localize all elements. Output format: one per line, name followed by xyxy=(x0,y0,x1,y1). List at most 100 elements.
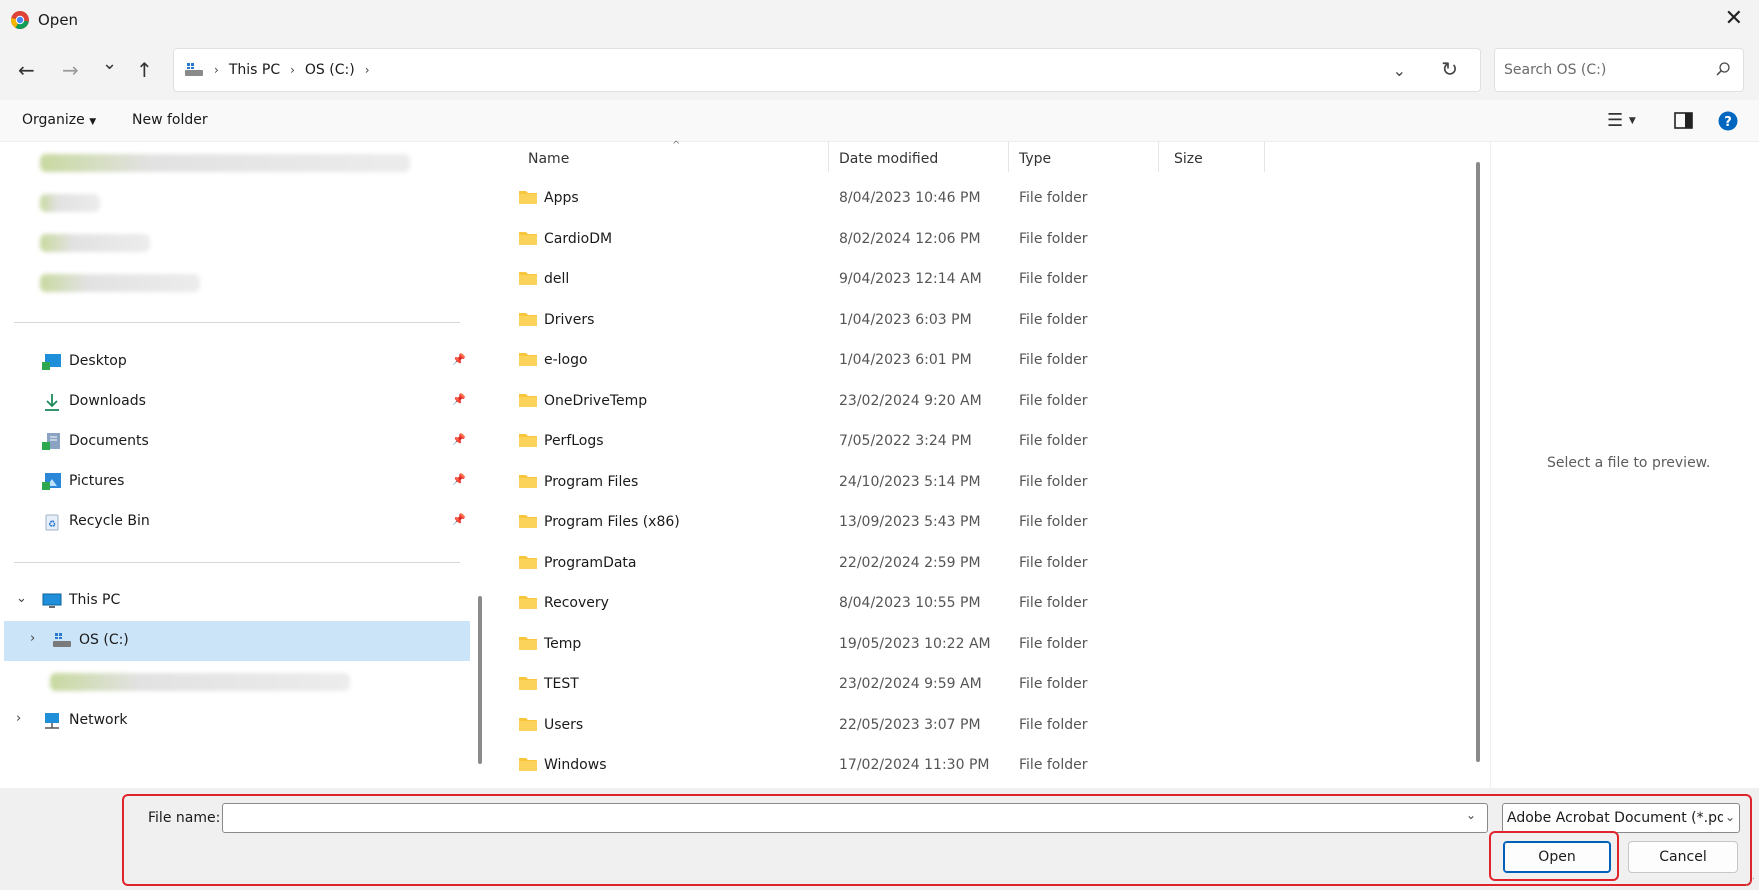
search-input[interactable]: Search OS (C:) xyxy=(1504,62,1606,78)
new-folder-button[interactable]: New folder xyxy=(132,112,208,128)
folder-icon xyxy=(519,555,537,569)
preview-pane-icon[interactable] xyxy=(1674,112,1693,129)
column-divider[interactable] xyxy=(1008,142,1009,172)
expand-chevron-icon[interactable]: ⌄ xyxy=(16,591,27,606)
resize-grip-icon[interactable]: ⋰ xyxy=(1745,877,1755,888)
refresh-icon[interactable]: ↻ xyxy=(1441,57,1458,81)
search-box[interactable]: Search OS (C:) xyxy=(1494,48,1744,92)
file-row[interactable]: TEST 23/02/2024 9:59 AM File folder xyxy=(492,664,1452,704)
file-type-select[interactable]: Adobe Acrobat Document (*.pdf) ⌄ xyxy=(1502,803,1740,833)
desktop-icon xyxy=(42,354,61,370)
column-header-type[interactable]: Type xyxy=(1019,142,1051,182)
file-date: 17/02/2024 11:30 PM xyxy=(839,757,990,773)
back-arrow-icon[interactable]: ← xyxy=(18,58,35,82)
file-row[interactable]: Program Files 24/10/2023 5:14 PM File fold… xyxy=(492,462,1452,502)
address-history-chevron-icon[interactable]: ⌄ xyxy=(1393,61,1406,80)
file-row[interactable]: OneDriveTemp 23/02/2024 9:20 AM File folde… xyxy=(492,381,1452,421)
folder-icon xyxy=(519,474,537,488)
pin-icon[interactable]: 📌 xyxy=(452,433,466,446)
folder-icon xyxy=(519,231,537,245)
recycle-bin-icon: ♻ xyxy=(45,514,59,531)
sidebar-scrollbar[interactable] xyxy=(478,596,482,764)
blurred-item xyxy=(50,673,350,691)
file-type-value: Adobe Acrobat Document (*.pdf) xyxy=(1507,810,1737,826)
folder-icon xyxy=(519,353,537,366)
file-row[interactable]: Drivers 1/04/2023 6:03 PM File folder xyxy=(492,300,1452,340)
blurred-item xyxy=(40,194,100,212)
file-row[interactable]: Apps 8/04/2023 10:46 PM File folder xyxy=(492,178,1452,218)
sidebar-item-downloads[interactable]: Downloads 📌 xyxy=(0,382,472,422)
drive-icon xyxy=(53,633,71,647)
file-date: 22/02/2024 2:59 PM xyxy=(839,554,981,571)
title-bar: Open ✕ xyxy=(0,0,1759,40)
expand-chevron-icon[interactable]: › xyxy=(30,631,35,646)
file-date: 7/05/2022 3:24 PM xyxy=(839,433,972,449)
documents-icon xyxy=(42,433,60,450)
folder-icon xyxy=(519,434,537,447)
breadcrumb-os-c[interactable]: OS (C:) xyxy=(305,62,355,78)
search-icon[interactable] xyxy=(1715,61,1731,77)
breadcrumb-separator-icon[interactable]: › xyxy=(365,63,370,77)
pin-icon[interactable]: 📌 xyxy=(452,473,466,486)
column-divider[interactable] xyxy=(828,142,829,172)
folder-icon xyxy=(519,312,537,326)
file-date: 24/10/2023 5:14 PM xyxy=(839,473,981,490)
pin-icon[interactable]: 📌 xyxy=(452,513,466,526)
cancel-button[interactable]: Cancel xyxy=(1628,841,1738,873)
close-icon[interactable]: ✕ xyxy=(1725,8,1743,30)
column-divider[interactable] xyxy=(1158,142,1159,172)
forward-arrow-icon[interactable]: → xyxy=(62,58,79,82)
file-row[interactable]: Temp 19/05/2023 10:22 AM File folder xyxy=(492,624,1452,664)
column-header-size[interactable]: Size xyxy=(1174,142,1203,182)
sidebar-item-network[interactable]: › Network xyxy=(0,701,472,741)
file-date: 8/04/2023 10:55 PM xyxy=(839,595,981,611)
folder-icon xyxy=(519,677,537,690)
sidebar-item-os-c[interactable]: › OS (C:) xyxy=(4,621,470,661)
file-name: Program Files xyxy=(544,473,639,490)
recent-locations-chevron-icon[interactable]: ⌄ xyxy=(102,52,117,76)
file-row[interactable]: CardioDM 8/02/2024 12:06 PM File folder xyxy=(492,219,1452,259)
column-divider[interactable] xyxy=(1264,142,1265,172)
file-row[interactable]: e-logo 1/04/2023 6:01 PM File folder xyxy=(492,340,1452,380)
expand-chevron-icon[interactable]: › xyxy=(16,711,21,726)
file-name-label: File name: xyxy=(148,810,221,826)
pin-icon[interactable]: 📌 xyxy=(452,353,466,366)
file-type: File folder xyxy=(1019,595,1088,611)
open-button[interactable]: Open xyxy=(1503,841,1611,873)
file-date: 8/04/2023 10:46 PM xyxy=(839,190,981,206)
sidebar-item-desktop[interactable]: Desktop 📌 xyxy=(0,342,472,382)
file-row[interactable]: Windows 17/02/2024 11:30 PM File folder xyxy=(492,745,1452,785)
file-date: 22/05/2023 3:07 PM xyxy=(839,716,981,733)
sidebar-item-documents[interactable]: Documents 📌 xyxy=(0,422,472,462)
help-icon[interactable]: ? xyxy=(1718,111,1738,131)
file-type: File folder xyxy=(1019,635,1088,652)
up-arrow-icon[interactable]: ↑ xyxy=(136,58,153,82)
file-list-scrollbar[interactable] xyxy=(1476,162,1480,762)
blurred-item xyxy=(40,234,150,252)
pin-icon[interactable]: 📌 xyxy=(452,393,466,406)
breadcrumb-this-pc[interactable]: This PC xyxy=(229,62,280,78)
sidebar-item-pictures[interactable]: Pictures 📌 xyxy=(0,462,472,502)
column-header-date[interactable]: Date modified xyxy=(839,142,938,182)
file-row[interactable]: PerfLogs 7/05/2022 3:24 PM File folder xyxy=(492,421,1452,461)
file-name: Drivers xyxy=(544,311,595,328)
folder-icon xyxy=(519,636,537,650)
column-header-name[interactable]: Name xyxy=(528,142,569,182)
computer-icon xyxy=(42,593,62,608)
view-options-icon[interactable]: ☰ ▼ xyxy=(1607,110,1636,131)
address-bar[interactable]: › This PC › OS (C:) › ⌄ ↻ xyxy=(173,48,1481,92)
file-type: File folder xyxy=(1019,433,1088,449)
file-name: PerfLogs xyxy=(544,433,604,449)
file-row[interactable]: Recovery 8/04/2023 10:55 PM File folder xyxy=(492,583,1452,623)
sidebar-item-this-pc[interactable]: ⌄ This PC xyxy=(0,581,472,621)
file-type: File folder xyxy=(1019,757,1088,773)
file-name-dropdown-chevron-icon[interactable]: ⌄ xyxy=(1466,808,1476,822)
file-row[interactable]: ProgramData 22/02/2024 2:59 PM File folder xyxy=(492,543,1452,583)
organize-button[interactable]: Organize ▼ xyxy=(22,112,96,128)
sidebar-item-recycle-bin[interactable]: ♻ Recycle Bin 📌 xyxy=(0,502,472,542)
file-row[interactable]: dell 9/04/2023 12:14 AM File folder xyxy=(492,259,1452,299)
file-row[interactable]: Program Files (x86) 13/09/2023 5:43 PM Fil… xyxy=(492,502,1452,542)
file-name-input[interactable] xyxy=(222,803,1488,833)
file-row[interactable]: Users 22/05/2023 3:07 PM File folder xyxy=(492,705,1452,745)
breadcrumb-separator-icon: › xyxy=(290,63,295,77)
